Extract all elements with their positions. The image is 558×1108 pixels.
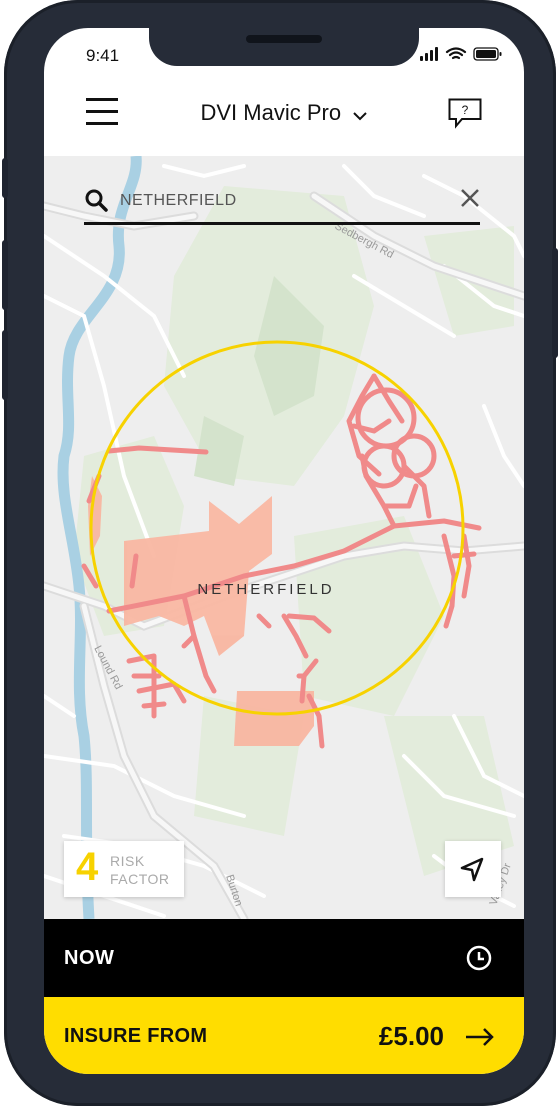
help-chat-icon: ?: [448, 98, 482, 129]
place-label: NETHERFIELD: [197, 581, 334, 598]
map-view[interactable]: Sedbergh Rd Lound Rd Burton Valley Dr: [44, 156, 524, 919]
insure-price: £5.00: [378, 1021, 444, 1051]
volume-down-button: [2, 330, 8, 400]
signal-icon: [420, 47, 438, 61]
menu-bar: [86, 122, 118, 125]
chevron-down-icon: [352, 112, 367, 121]
risk-label-line1: RISK: [110, 853, 145, 869]
status-time: 9:41: [86, 46, 120, 65]
drone-selector[interactable]: DVI Mavic Pro: [194, 100, 374, 126]
risk-label: RISK FACTOR: [110, 852, 180, 888]
power-button: [552, 248, 558, 358]
phone-frame: 9:41 DVI Mavic Pro ? Sedbergh Rd Lound R…: [2, 0, 558, 1106]
risk-factor-badge: 4 RISK FACTOR: [64, 841, 184, 897]
insure-button[interactable]: INSURE FROM £5.00: [44, 997, 524, 1074]
menu-bar: [86, 98, 118, 101]
close-icon[interactable]: [460, 188, 480, 208]
time-selector-bar[interactable]: NOW: [44, 919, 524, 997]
map-green-areas: [74, 186, 514, 876]
drone-title: DVI Mavic Pro: [200, 100, 342, 125]
battery-icon: [473, 47, 502, 61]
arrow-right-icon: [466, 1028, 494, 1046]
risk-number: 4: [76, 845, 99, 889]
search-bar: [84, 180, 480, 225]
insure-label: INSURE FROM: [64, 1025, 208, 1047]
risk-label-line2: FACTOR: [110, 871, 170, 887]
speaker: [246, 35, 322, 43]
volume-up-button: [2, 240, 8, 310]
mute-switch: [2, 158, 8, 198]
search-icon[interactable]: [84, 188, 108, 212]
clock-icon: [466, 945, 492, 971]
time-label: NOW: [64, 947, 115, 969]
help-question-mark: ?: [462, 103, 469, 117]
help-button[interactable]: ?: [448, 98, 482, 130]
notch: [149, 28, 419, 66]
map-canvas: Sedbergh Rd Lound Rd Burton Valley Dr: [44, 156, 524, 919]
menu-bar: [86, 110, 118, 113]
locate-button[interactable]: [445, 841, 501, 897]
screen: 9:41 DVI Mavic Pro ? Sedbergh Rd Lound R…: [44, 28, 524, 1074]
status-icons: [420, 46, 504, 67]
navigation-arrow-icon: [460, 857, 484, 882]
app-header: DVI Mavic Pro ?: [44, 78, 524, 158]
search-input[interactable]: [118, 188, 442, 214]
menu-button[interactable]: [86, 98, 118, 126]
wifi-icon: [445, 47, 467, 60]
hazard-circles: [355, 387, 437, 489]
